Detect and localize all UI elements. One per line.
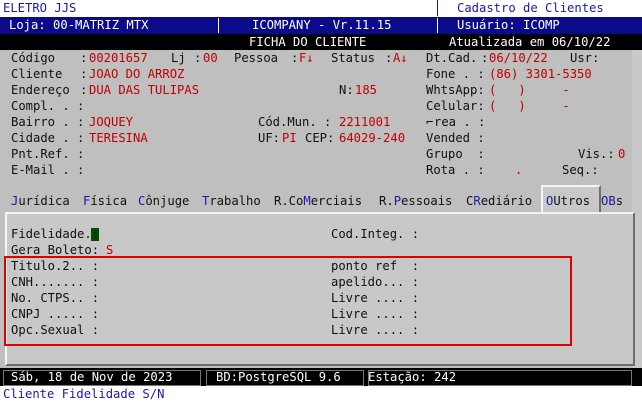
celular-label: Celular: [426,99,485,113]
rota-field[interactable]: . [515,162,522,178]
tab-trabalho[interactable]: Trabalho [202,193,261,209]
info-divider [218,18,219,33]
pessoa-select[interactable]: F↓ [299,50,314,66]
vis-label: Vis.: [578,147,615,161]
area-cursor-icon: ⌐ [426,115,434,129]
codinteg-label: Cod.Integ. : [331,227,420,241]
tab-outros[interactable]: OUtros [546,193,590,209]
dtcad-field[interactable]: 06/10/22 [489,50,548,66]
codmun-label: Cód.Mun. : [258,115,332,129]
user-label: Usuário: ICOMP [457,18,560,32]
numero-label: N: [339,83,354,97]
bairro-field[interactable]: JOQUEY [89,114,133,130]
lj-field[interactable]: 00 [203,50,218,66]
store-label: Loja: 00-MATRIZ MTX [9,18,149,32]
uf-label: UF: [258,131,281,145]
codmun-field[interactable]: 2211001 [339,114,390,130]
system-version: ICOMPANY - Vr.11.15 [252,18,392,32]
status-date: Sáb, 18 de Nov de 2023 [11,370,173,384]
tab-obs[interactable]: OBs [601,193,623,209]
fone-label: Fone . : [426,67,485,81]
usr-label: Usr: [570,51,600,65]
form-title-bar: FICHA DO CLIENTE Atualizada em 06/10/22 [0,34,642,50]
uf-field[interactable]: PI [282,130,297,146]
whatsapp-label: WhtsApp: [426,83,485,97]
celular-field[interactable]: ( ) - [489,98,570,114]
info-bar: Loja: 00-MATRIZ MTX ICOMPANY - Vr.11.15 … [0,17,642,34]
pessoa-label: Pessoa [234,51,279,65]
tab-r-comerciais[interactable]: R.CoMerciais [274,193,362,209]
tab-jur-dica[interactable]: Jurídica [11,193,70,209]
bairro-label: Bairro . : [11,115,85,129]
updated-date: Atualizada em 06/10/22 [449,35,611,49]
tab-c-njuge[interactable]: Cônjuge [138,193,189,209]
fidelidade-field[interactable] [91,226,100,240]
title-divider [437,0,438,16]
app-title-bar: ELETRO JJS Cadastro de Clientes [0,0,642,17]
form-title: FICHA DO CLIENTE [249,35,367,49]
hint-text: Cliente Fidelidade S/N [3,387,165,401]
compl-label: Compl. . : [11,99,85,113]
vendedor-label: Vended : [426,131,485,145]
tab-hotkey: R [473,194,481,208]
endereco-field[interactable]: DUA DAS TULIPAS [89,82,199,98]
status-bar: Sáb, 18 de Nov de 2023 BD:PostgreSQL 9.6… [0,368,642,386]
tab-credi-rio[interactable]: CRediário [466,193,532,209]
info-divider [437,18,438,33]
vis-field[interactable]: 0 [618,146,625,162]
fone-field[interactable]: (86) 3301-5350 [489,66,592,82]
cep-field[interactable]: 64029-240 [339,130,405,146]
numero-field[interactable]: 185 [355,82,377,98]
cidade-label: Cidade . : [11,131,85,145]
status-station: Estação: 242 [368,370,457,384]
lj-label: Lj [171,51,186,65]
whatsapp-field[interactable]: ( ) - [489,82,570,98]
screen-title: Cadastro de Clientes [457,1,604,15]
hint-bar: Cliente Fidelidade S/N [0,386,642,402]
codigo-label: Código [11,51,56,65]
cliente-label: Cliente [11,67,63,81]
tab-hotkey: M [303,194,311,208]
status-db: BD:PostgreSQL 9.6 [216,370,341,384]
cep-label: CEP: [305,131,335,145]
tab-f-sica[interactable]: Física [83,193,127,209]
seq-label: Seq.: [562,163,599,177]
tab-r-pessoais[interactable]: R.Pessoais [379,193,452,209]
cliente-field[interactable]: JOAO DO ARROZ [89,66,184,82]
tab-hotkey: OB [601,194,616,208]
status-label: Status [331,51,376,65]
fidelidade-label: Fidelidade.: [11,227,100,241]
area-label: rea . : [434,115,486,129]
rota-label: Rota . : [426,163,485,177]
endereco-label: Endereço [11,83,70,97]
email-label: E-Mail . : [11,163,85,177]
company-name: ELETRO JJS [3,1,77,15]
highlight-box [4,256,572,346]
pntref-label: Pnt.Ref. : [11,147,85,161]
dtcad-label: Dt.Cad. [426,51,478,65]
codigo-field[interactable]: 00201657 [89,50,148,66]
cidade-field[interactable]: TERESINA [89,130,148,146]
status-select[interactable]: A↓ [393,50,408,66]
grupo-label: Grupo : [426,147,485,161]
tab-hotkey: P [393,194,402,208]
